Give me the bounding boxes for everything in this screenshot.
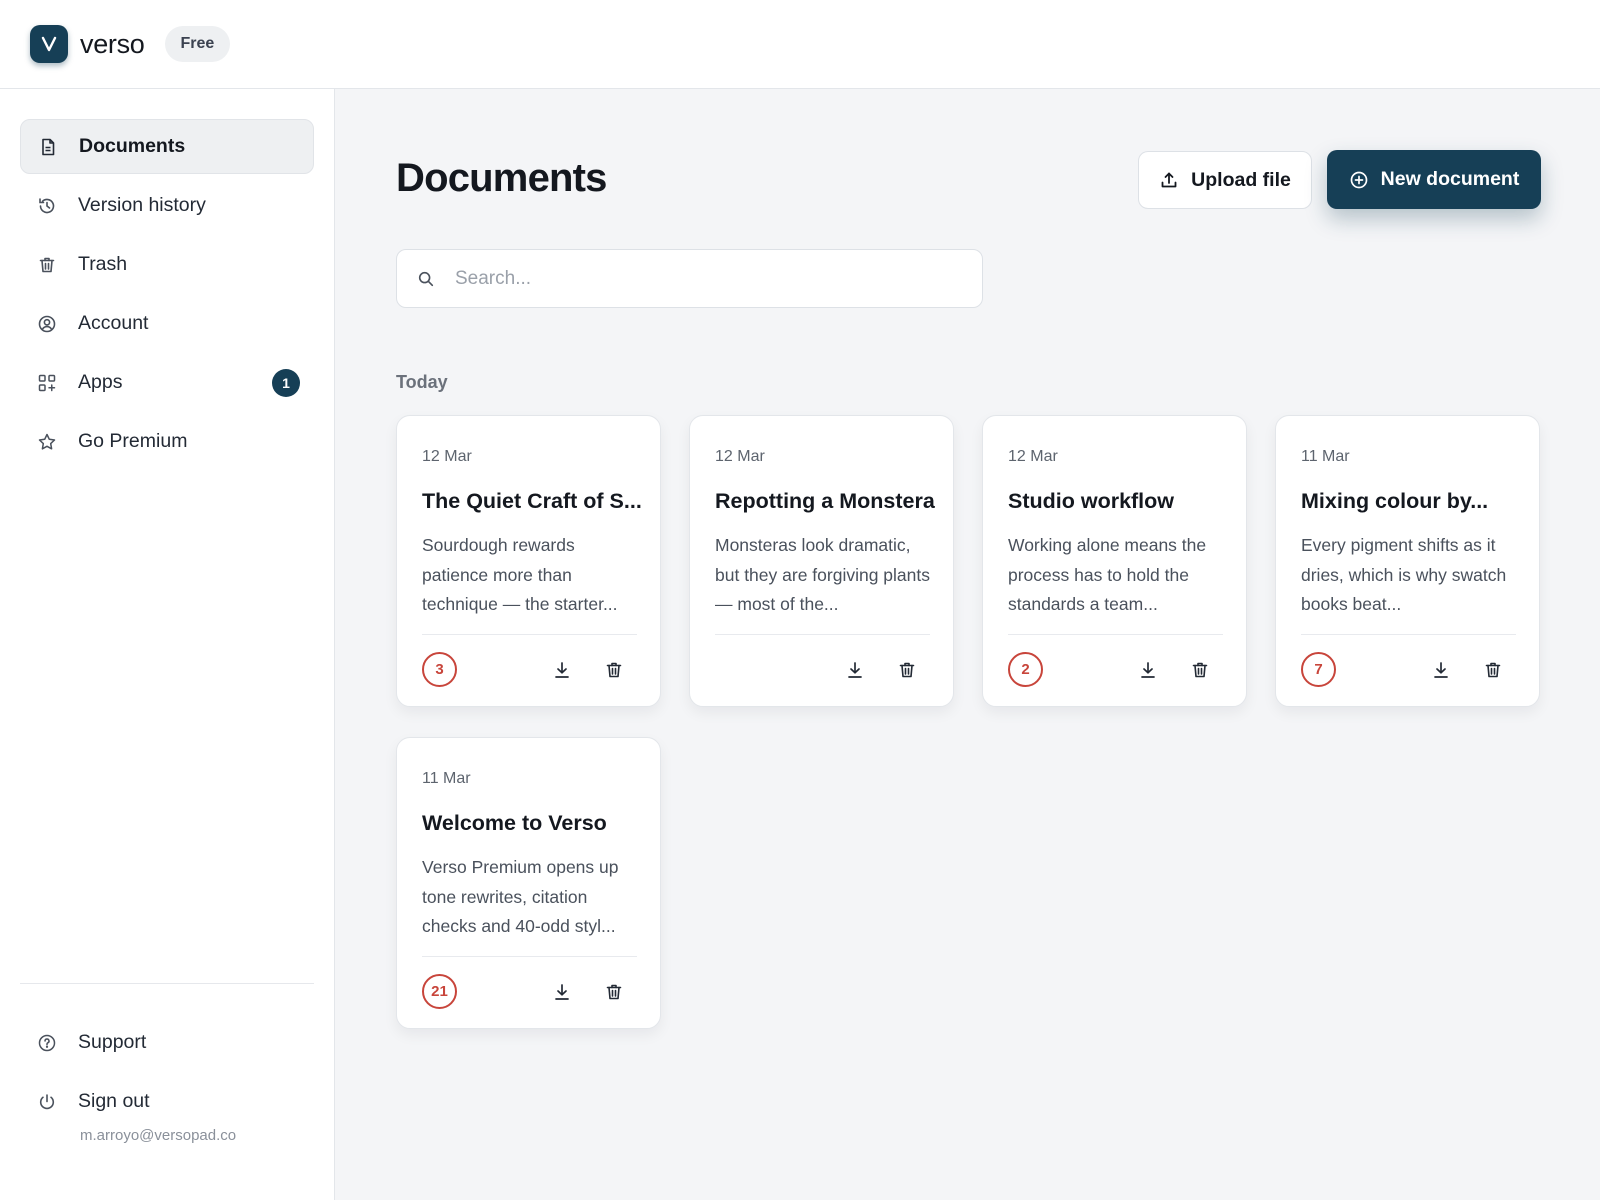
sidebar-item-account[interactable]: Account xyxy=(20,296,314,351)
sidebar-item-label: Version history xyxy=(78,194,206,216)
document-card[interactable]: 12 Mar The Quiet Craft of S... Sourdough… xyxy=(396,415,661,707)
sidebar-item-label: Go Premium xyxy=(78,430,188,452)
card-title: Welcome to Verso xyxy=(422,811,607,835)
sidebar-item-apps[interactable]: Apps 1 xyxy=(20,355,314,410)
new-document-button[interactable]: New document xyxy=(1327,150,1541,209)
sidebar-item-go-premium[interactable]: Go Premium xyxy=(20,414,314,469)
document-card[interactable]: 12 Mar Repotting a Monstera Monsteras lo… xyxy=(689,415,954,707)
apps-count-badge: 1 xyxy=(272,369,300,397)
download-icon xyxy=(555,662,569,678)
download-icon xyxy=(1434,662,1448,678)
card-date: 11 Mar xyxy=(1301,448,1350,465)
download-button[interactable] xyxy=(1431,660,1451,680)
trash-icon xyxy=(606,662,622,678)
download-button[interactable] xyxy=(552,660,572,680)
help-circle-icon xyxy=(36,1032,58,1054)
card-excerpt: Working alone means the process has to h… xyxy=(1008,535,1207,614)
sidebar-item-label: Documents xyxy=(79,135,186,157)
trash-icon xyxy=(1192,662,1208,678)
card-title: Studio workflow xyxy=(1008,489,1175,513)
top-bar: verso Free xyxy=(0,0,1600,89)
search-input[interactable] xyxy=(455,267,975,290)
trash-icon xyxy=(1485,662,1501,678)
logo[interactable] xyxy=(30,25,68,63)
download-icon xyxy=(555,984,569,1000)
card-divider xyxy=(422,956,637,957)
document-icon xyxy=(37,136,59,158)
trash-icon xyxy=(36,254,58,276)
card-date: 12 Mar xyxy=(422,448,472,465)
card-divider xyxy=(715,634,930,635)
card-title: The Quiet Craft of S... xyxy=(422,489,642,513)
user-email: m.arroyo@versopad.co xyxy=(80,1127,237,1144)
download-button[interactable] xyxy=(1138,660,1158,680)
plan-badge: Free xyxy=(164,26,231,62)
sidebar-item-support[interactable]: Support xyxy=(20,1015,314,1070)
search-box xyxy=(396,249,983,308)
sidebar-item-label: Trash xyxy=(78,253,128,275)
card-divider xyxy=(1301,634,1516,635)
card-date: 11 Mar xyxy=(422,770,471,787)
logo-v-icon xyxy=(41,36,57,52)
upload-icon xyxy=(1161,172,1177,188)
delete-button[interactable] xyxy=(1190,660,1210,680)
download-icon xyxy=(848,662,862,678)
delete-button[interactable] xyxy=(1483,660,1503,680)
user-circle-icon xyxy=(36,313,58,335)
brand-name: verso xyxy=(80,28,145,59)
apps-grid-icon xyxy=(36,372,58,394)
trash-icon xyxy=(899,662,915,678)
sidebar-item-documents[interactable]: Documents xyxy=(20,119,314,174)
sidebar: Documents Version history Trash Account … xyxy=(0,89,335,1200)
plus-circle-icon xyxy=(1350,171,1368,188)
sidebar-divider xyxy=(20,983,314,984)
sidebar-item-trash[interactable]: Trash xyxy=(20,237,314,292)
trash-icon xyxy=(606,984,622,1000)
document-card[interactable]: 11 Mar Welcome to Verso Verso Premium op… xyxy=(396,737,661,1029)
card-excerpt: Sourdough rewards patience more than tec… xyxy=(422,535,618,614)
delete-button[interactable] xyxy=(604,660,624,680)
card-excerpt: Verso Premium opens up tone rewrites, ci… xyxy=(422,857,619,936)
delete-button[interactable] xyxy=(897,660,917,680)
card-excerpt: Monsteras look dramatic, but they are fo… xyxy=(715,535,930,614)
document-card[interactable]: 11 Mar Mixing colour by... Every pigment… xyxy=(1275,415,1540,707)
star-icon xyxy=(36,431,58,453)
sidebar-item-label: Apps xyxy=(78,371,123,393)
card-divider xyxy=(1008,634,1223,635)
history-icon xyxy=(36,195,58,217)
delete-button[interactable] xyxy=(604,982,624,1002)
search-icon xyxy=(418,271,434,286)
card-date: 12 Mar xyxy=(715,448,765,465)
sidebar-item-label: Support xyxy=(78,1031,147,1053)
download-icon xyxy=(1141,662,1155,678)
comment-count-badge: 2 xyxy=(1008,652,1043,687)
comment-count-badge: 7 xyxy=(1301,652,1336,687)
power-icon xyxy=(36,1091,58,1113)
section-label-today: Today xyxy=(396,372,448,392)
upload-file-button[interactable]: Upload file xyxy=(1138,151,1312,209)
card-divider xyxy=(422,634,637,635)
card-title: Repotting a Monstera xyxy=(715,489,935,513)
sidebar-item-version-history[interactable]: Version history xyxy=(20,178,314,233)
upload-file-label: Upload file xyxy=(1191,168,1291,191)
document-card[interactable]: 12 Mar Studio workflow Working alone mea… xyxy=(982,415,1247,707)
card-excerpt: Every pigment shifts as it dries, which … xyxy=(1301,535,1507,614)
sidebar-item-label: Account xyxy=(78,312,149,334)
card-title: Mixing colour by... xyxy=(1301,489,1489,513)
sidebar-item-label: Sign out xyxy=(78,1090,150,1112)
comment-count-badge: 21 xyxy=(422,974,457,1009)
download-button[interactable] xyxy=(845,660,865,680)
card-date: 12 Mar xyxy=(1008,448,1058,465)
download-button[interactable] xyxy=(552,982,572,1002)
sidebar-item-sign-out[interactable]: Sign out xyxy=(20,1074,314,1129)
page-title: Documents xyxy=(396,156,607,200)
comment-count-badge: 3 xyxy=(422,652,457,687)
new-document-label: New document xyxy=(1380,168,1520,190)
